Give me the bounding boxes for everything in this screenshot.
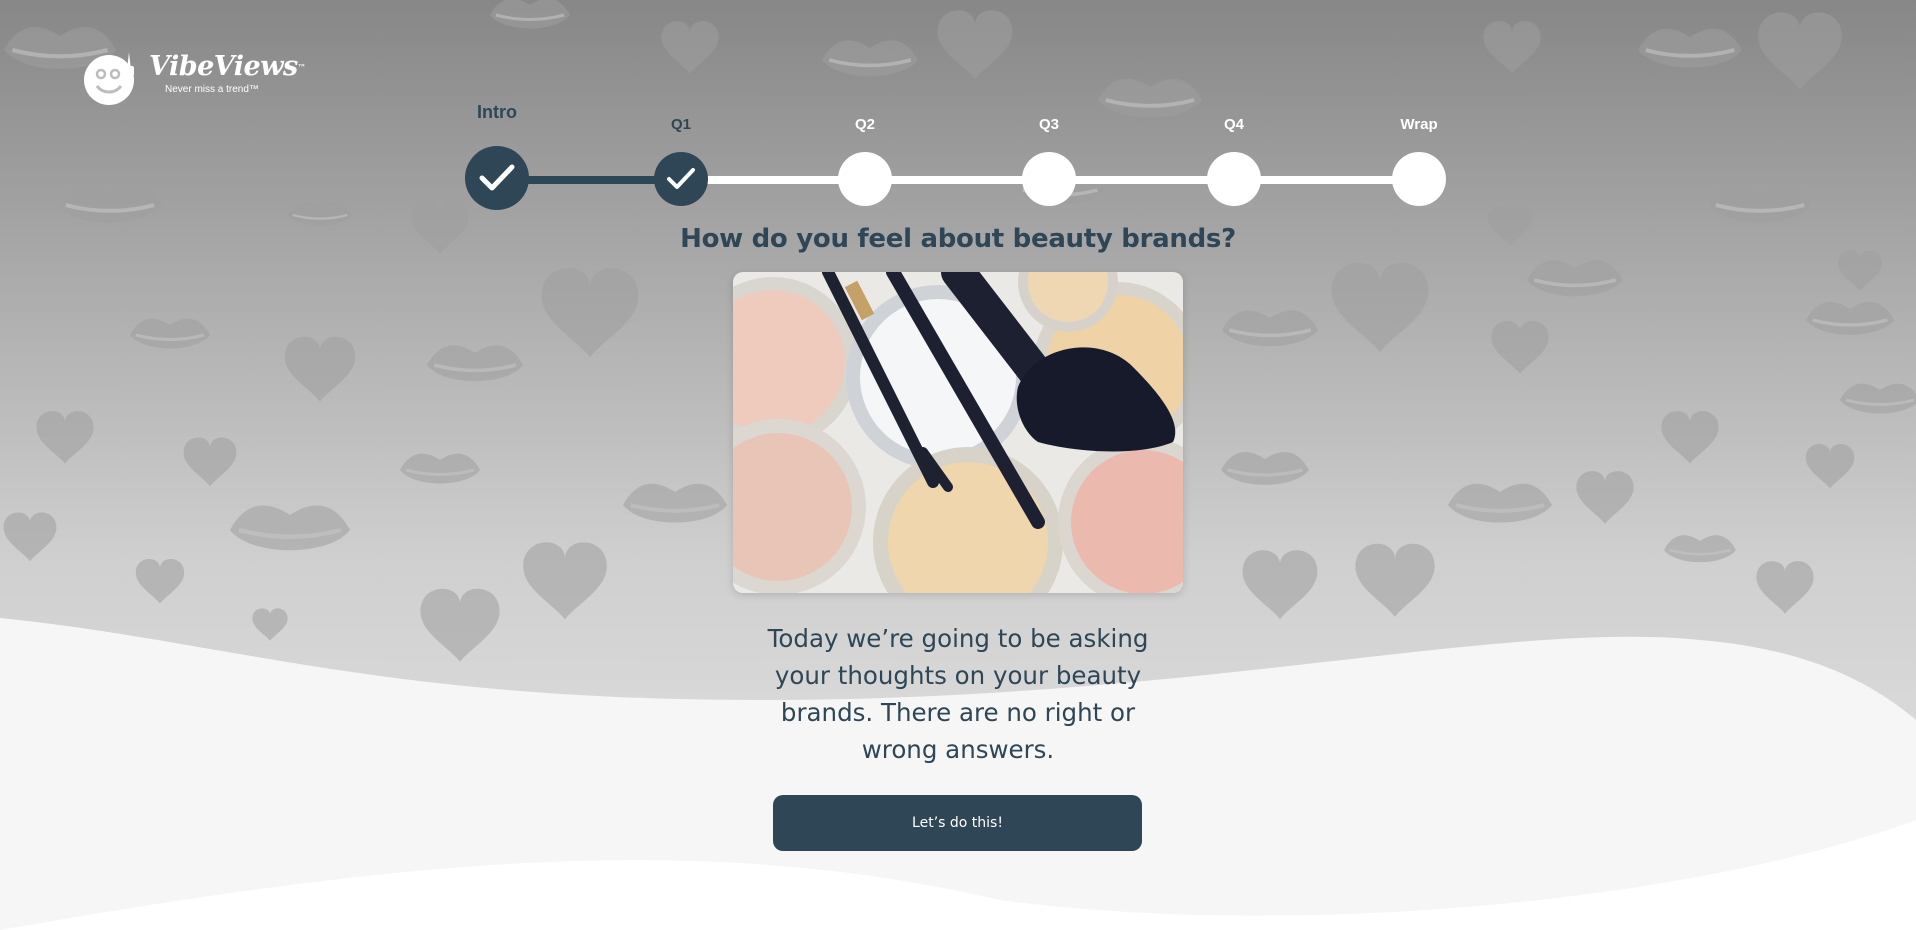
step-q3[interactable] — [1022, 152, 1076, 206]
step-label-q3: Q3 — [1038, 116, 1059, 133]
makeup-illustration — [733, 272, 1183, 593]
step-intro[interactable] — [465, 146, 529, 210]
step-label-wrap: Wrap — [1400, 116, 1438, 133]
step-q1[interactable] — [654, 152, 708, 206]
step-label-q4: Q4 — [1223, 116, 1244, 133]
beauty-products-photo — [733, 272, 1183, 593]
step-wrap[interactable] — [1392, 152, 1446, 206]
step-q2[interactable] — [838, 152, 892, 206]
checkmark-icon — [667, 168, 695, 189]
question-title: How do you feel about beauty brands? — [680, 224, 1236, 254]
intro-description: Today we’re going to be asking your thou… — [767, 624, 1149, 764]
step-q4[interactable] — [1207, 152, 1261, 206]
progress-stepper: Intro Q1 Q2 Q3 Q4 Wrap — [0, 0, 1916, 220]
checkmark-icon — [479, 164, 515, 191]
step-label-q1: Q1 — [670, 116, 691, 133]
start-survey-button[interactable]: Let’s do this! — [773, 795, 1142, 851]
step-label-intro: Intro — [477, 102, 517, 122]
step-label-q2: Q2 — [854, 116, 875, 133]
